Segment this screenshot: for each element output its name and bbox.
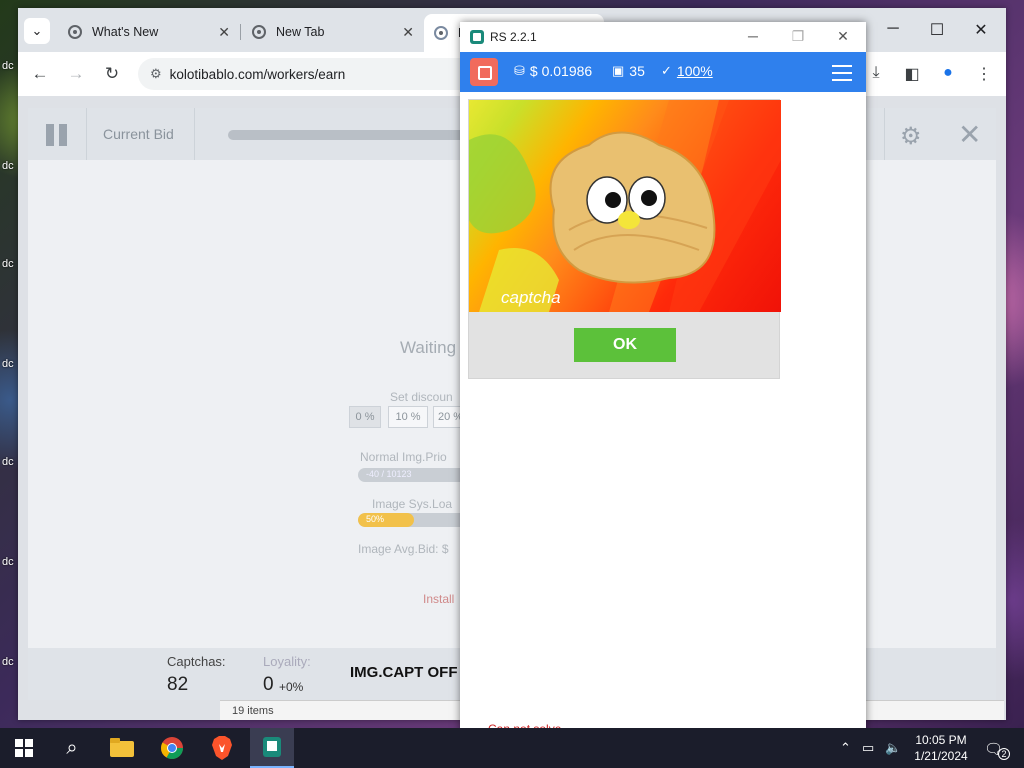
stop-button[interactable] <box>470 58 498 86</box>
images-count-display: ▣ 35 <box>612 63 645 79</box>
pause-icon[interactable] <box>46 124 68 146</box>
rs-title-bar: RS 2.2.1 ─ ❐ ✕ <box>460 22 866 52</box>
rs-window-title: RS 2.2.1 <box>490 30 537 44</box>
balance-display: ⛁ $ 0.01986 <box>514 63 592 79</box>
notification-count-badge: 2 <box>998 748 1010 760</box>
taskbar: ⌕ ⌃ ▭ 🔈 10:05 PM 1/21/2024 🗨 2 <box>0 728 1024 768</box>
captchas-value: 82 <box>167 674 189 695</box>
waiting-status: Waiting <box>400 338 457 357</box>
desktop-icon-label[interactable]: dc <box>2 456 18 468</box>
download-icon[interactable]: ⤓ <box>864 64 888 82</box>
divider <box>86 108 87 160</box>
image-icon: ▣ <box>612 63 625 78</box>
clock[interactable]: 10:05 PM 1/21/2024 <box>906 732 976 764</box>
balance-value: $ 0.01986 <box>529 63 593 79</box>
site-info-icon[interactable]: ⚙ <box>150 66 162 82</box>
loyality-label: Loyality: <box>263 654 311 669</box>
close-tab-icon[interactable]: ✕ <box>402 24 414 41</box>
current-bid-label: Current Bid <box>103 126 174 142</box>
rs-app-icon <box>470 30 484 44</box>
profile-avatar-icon[interactable]: ● <box>936 64 960 82</box>
reload-icon[interactable]: ↻ <box>100 64 124 84</box>
captcha-artwork <box>469 100 781 312</box>
network-icon[interactable]: ▭ <box>862 740 874 756</box>
chrome-favicon-icon <box>68 25 82 39</box>
gear-icon[interactable]: ⚙ <box>900 122 922 151</box>
tab-label: What's New <box>92 25 159 39</box>
close-window-icon[interactable]: ✕ <box>966 20 996 40</box>
captcha-logo-text: captcha <box>501 288 561 307</box>
desktop-icon-label[interactable]: dc <box>2 656 18 668</box>
restore-icon[interactable]: ❐ <box>785 28 811 45</box>
normal-img-priority-value: -40 / 10123 <box>366 469 412 479</box>
image-sys-load-bar: 50% <box>358 513 470 527</box>
clock-time: 10:05 PM <box>915 733 967 747</box>
tab-label: New Tab <box>276 25 325 39</box>
captchas-label: Captchas: <box>167 654 226 669</box>
rs-status-bar: ⛁ $ 0.01986 ▣ 35 ✓ 100% <box>460 52 866 92</box>
side-panel-icon[interactable]: ◧ <box>900 64 924 84</box>
desktop-icon-label[interactable]: dc <box>2 358 18 370</box>
tab-search-button[interactable]: ⌄ <box>24 18 50 44</box>
maximize-icon[interactable]: ☐ <box>922 20 952 40</box>
set-discount-label: Set discoun <box>390 390 453 404</box>
divider <box>194 108 195 160</box>
current-bid-slider[interactable] <box>228 130 488 140</box>
search-icon[interactable]: ⌕ <box>58 734 86 762</box>
image-sys-load-label: Image Sys.Loa <box>372 497 453 511</box>
ok-button[interactable]: OK <box>574 328 676 362</box>
menu-kebab-icon[interactable]: ⋮ <box>972 64 996 84</box>
windows-start-icon[interactable] <box>10 734 38 762</box>
captcha-image: captcha <box>469 100 781 312</box>
desktop-icon-label[interactable]: dc <box>2 258 18 270</box>
desktop-icon-label[interactable]: dc <box>2 160 18 172</box>
image-sys-load-value: 50% <box>366 514 385 524</box>
database-icon: ⛁ <box>514 63 525 78</box>
volume-muted-icon[interactable]: 🔈 <box>885 740 901 756</box>
kolotibablo-favicon-icon <box>434 26 448 40</box>
loyality-change: +0% <box>279 680 304 694</box>
chrome-taskbar-icon[interactable] <box>158 734 186 762</box>
normal-img-priority-label: Normal Img.Prio <box>360 450 447 464</box>
close-icon[interactable]: ✕ <box>830 28 856 45</box>
install-link[interactable]: Install <box>423 592 454 606</box>
images-count-value: 35 <box>629 63 645 79</box>
tab-new-tab[interactable]: New Tab ✕ <box>242 18 422 46</box>
accuracy-value: 100% <box>676 63 713 79</box>
image-avg-bid-label: Image Avg.Bid: $ <box>358 542 449 556</box>
minimize-icon[interactable]: ─ <box>740 28 766 44</box>
url-text: kolotibablo.com/workers/earn <box>169 66 346 82</box>
tab-separator <box>240 24 241 40</box>
discount-option-10[interactable]: 10 % <box>388 406 428 428</box>
file-explorer-icon[interactable] <box>108 734 136 762</box>
back-arrow-icon[interactable]: ← <box>28 64 52 84</box>
close-icon[interactable]: ✕ <box>958 118 981 151</box>
normal-img-priority-bar: -40 / 10123 <box>358 468 470 482</box>
clock-date: 1/21/2024 <box>914 749 968 763</box>
hamburger-menu-icon[interactable] <box>832 61 852 83</box>
discount-option-0[interactable]: 0 % <box>349 406 381 428</box>
brave-taskbar-icon[interactable] <box>208 734 236 762</box>
captcha-panel: captcha OK <box>468 99 781 379</box>
show-hidden-icons-icon[interactable]: ⌃ <box>840 740 851 756</box>
minimize-icon[interactable]: ─ <box>878 20 908 38</box>
forward-arrow-icon[interactable]: → <box>64 64 88 84</box>
rs-popup-window: RS 2.2.1 ─ ❐ ✕ ⛁ $ 0.01986 ▣ 35 ✓ 100% c… <box>460 22 866 750</box>
rs-taskbar-icon[interactable] <box>250 728 294 768</box>
address-bar[interactable]: ⚙ kolotibablo.com/workers/earn <box>138 58 478 90</box>
accuracy-display[interactable]: ✓ 100% <box>661 63 713 79</box>
chevron-down-icon: ⌄ <box>31 23 43 38</box>
desktop-icon-label[interactable]: dc <box>2 60 18 72</box>
tab-whats-new[interactable]: What's New ✕ <box>58 18 238 46</box>
divider <box>884 108 885 160</box>
loyality-value: 0 <box>263 674 274 695</box>
desktop-icon-label[interactable]: dc <box>2 556 18 568</box>
check-circle-icon: ✓ <box>661 63 672 78</box>
chrome-favicon-icon <box>252 25 266 39</box>
img-capt-status: IMG.CAPT OFF <box>350 664 458 681</box>
close-tab-icon[interactable]: ✕ <box>218 24 230 41</box>
